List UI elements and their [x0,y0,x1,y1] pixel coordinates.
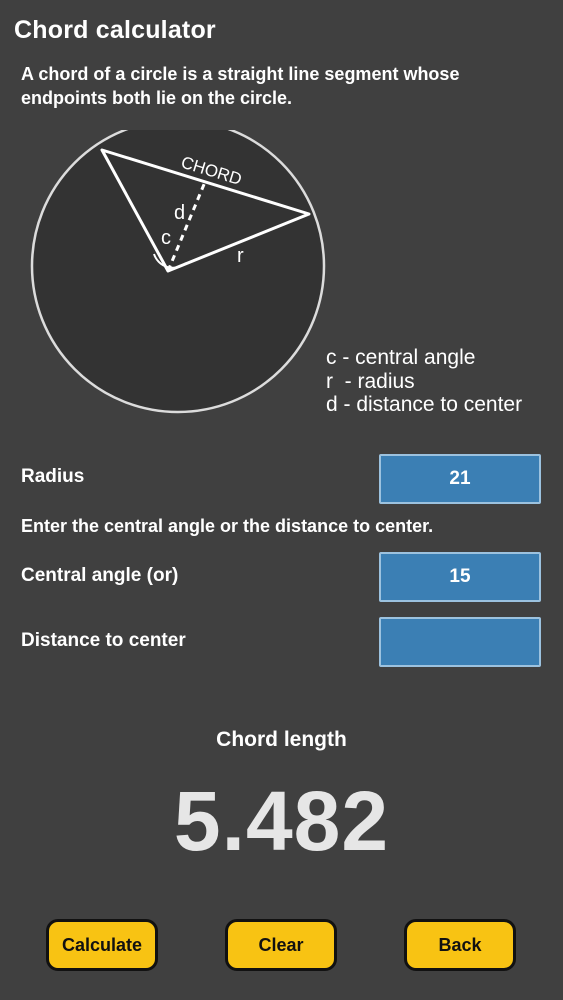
result-value: 5.482 [173,774,390,868]
d-label: d [174,202,185,224]
legend-item: d - distance to center [326,393,523,416]
result-label: Chord length [216,728,347,751]
legend-item: r - radius [326,369,415,393]
back-button[interactable]: Back [404,919,516,971]
instruction-text: Enter the central angle or the distance … [21,516,434,536]
calculate-button[interactable]: Calculate [46,919,158,971]
central-angle-input[interactable]: 15 [379,552,541,602]
page-title: Chord calculator [14,16,216,44]
description-text: A chord of a circle is a straight line s… [21,64,460,108]
central-angle-label: Central angle (or) [21,565,179,586]
radius-input[interactable]: 21 [379,454,541,504]
radius-label: Radius [21,466,85,487]
diagram-legend: c - central angle r - radius d - distanc… [326,346,522,417]
r-label: r [237,245,244,267]
distance-input[interactable] [379,617,541,667]
legend-item: c - central angle [326,346,476,369]
c-label: c [161,227,171,249]
clear-button[interactable]: Clear [225,919,337,971]
distance-label: Distance to center [21,630,186,651]
